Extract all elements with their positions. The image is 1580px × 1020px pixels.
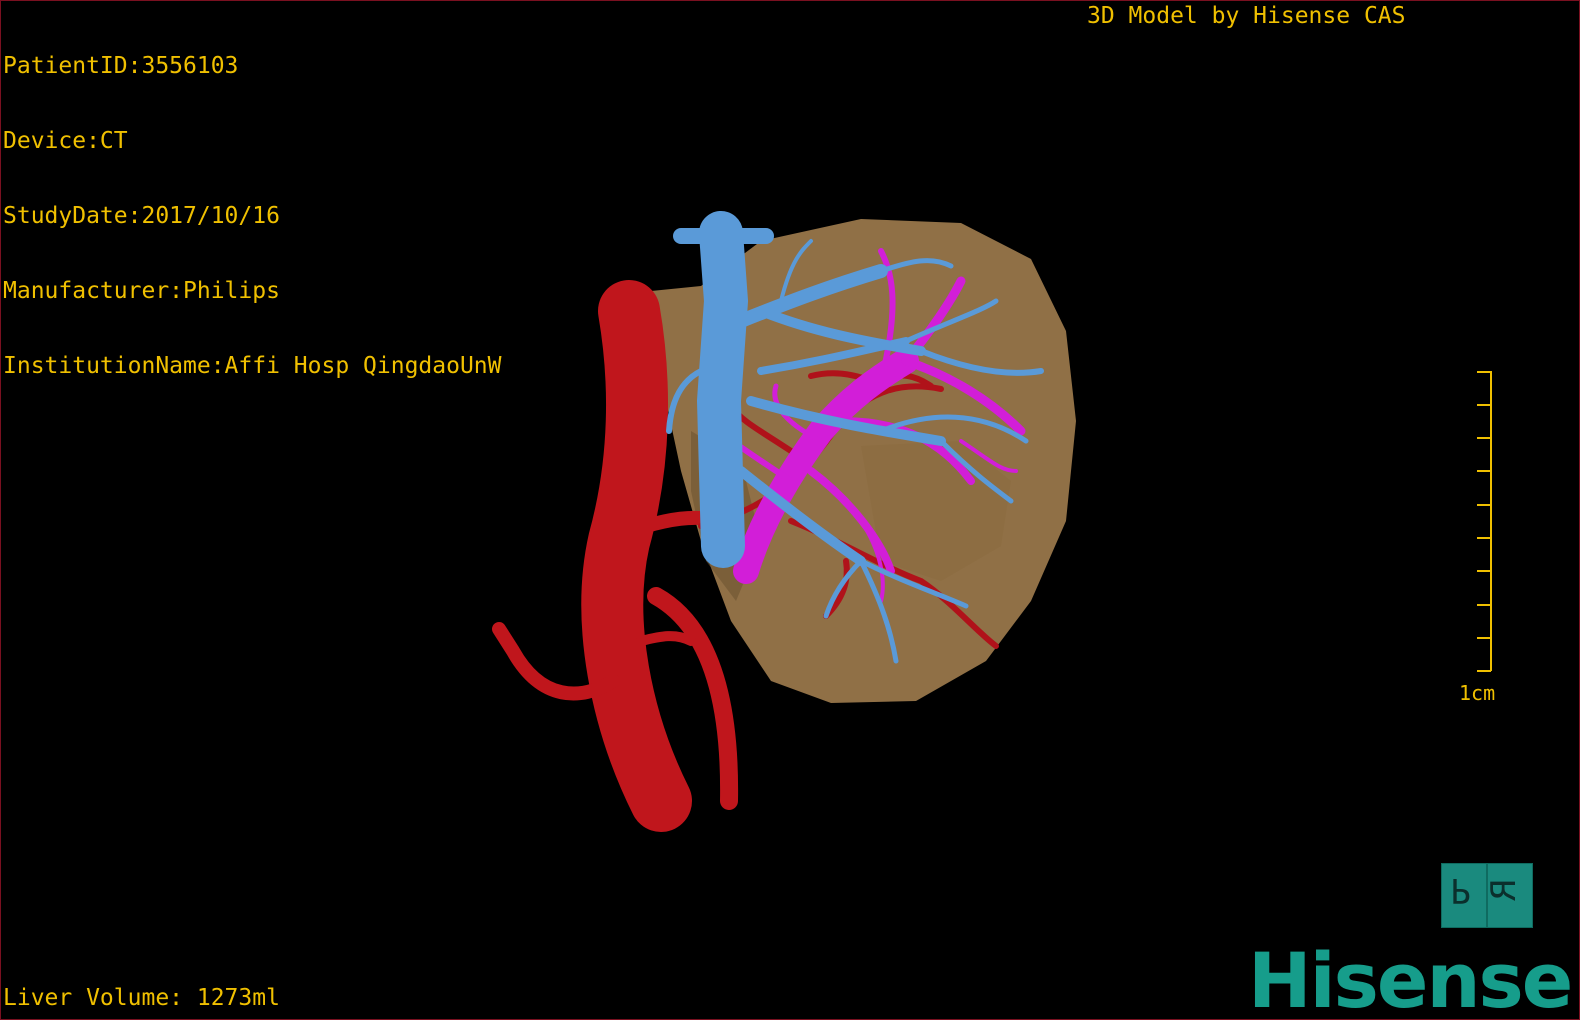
- dicom-info-panel: PatientID:3556103 Device:CT StudyDate:20…: [3, 4, 502, 429]
- study-date-text: StudyDate:2017/10/16: [3, 203, 280, 229]
- patient-id-text: PatientID:3556103: [3, 53, 239, 79]
- orientation-face-right: R: [1483, 878, 1524, 902]
- liver-volume-text: Liver Volume: 1273ml: [3, 985, 280, 1011]
- scale-bar: [1477, 371, 1492, 672]
- scale-label: 1cm: [1459, 681, 1496, 705]
- hisense-logo: Hisense: [1248, 936, 1573, 1020]
- model-caption: 3D Model by Hisense CAS: [1087, 3, 1406, 29]
- manufacturer-text: Manufacturer:Philips: [3, 278, 280, 304]
- orientation-cube[interactable]: P R: [1441, 863, 1533, 928]
- render-viewport[interactable]: PatientID:3556103 Device:CT StudyDate:20…: [0, 0, 1580, 1020]
- institution-text: InstitutionName:Affi Hosp QingdaoUnW: [3, 353, 502, 379]
- device-text: Device:CT: [3, 128, 128, 154]
- orientation-face-posterior: P: [1450, 870, 1471, 910]
